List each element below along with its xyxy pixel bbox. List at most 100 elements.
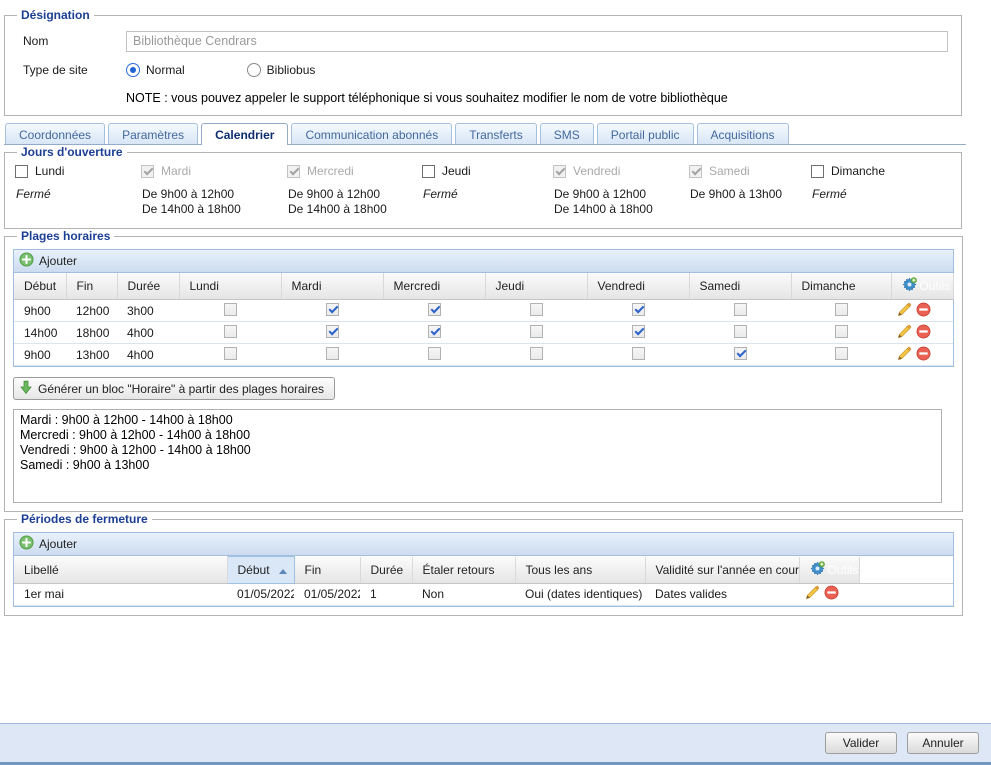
day-schedule: De 9h00 à 12h00De 14h00 à 18h00 (288, 187, 422, 217)
plage-day-checkbox[interactable] (632, 347, 645, 360)
plage-row: 9h0012h003h00 (14, 300, 953, 322)
day-checkbox-jeudi[interactable] (422, 165, 435, 178)
plage-day-checkbox[interactable] (835, 325, 848, 338)
day-schedule: De 9h00 à 12h00De 14h00 à 18h00 (554, 187, 689, 217)
plage-day-checkbox[interactable] (428, 347, 441, 360)
plage-day-checkbox[interactable] (530, 303, 543, 316)
fermetures-toolbar: Ajouter (14, 533, 953, 556)
day-schedule: Fermé (16, 187, 141, 202)
day-checkbox-dimanche[interactable] (811, 165, 824, 178)
column-header-mardi: Mardi (281, 273, 383, 300)
plage-day-checkbox[interactable] (632, 325, 645, 338)
jours-ouverture-legend: Jours d'ouverture (17, 145, 127, 159)
cell-filler (859, 583, 953, 605)
day-schedule-line: De 14h00 à 18h00 (554, 202, 689, 217)
cell-libelle: 1er mai (14, 583, 227, 605)
day-schedule-line: De 14h00 à 18h00 (288, 202, 422, 217)
cell-debut: 01/05/2022 (227, 583, 294, 605)
add-fermeture-button[interactable]: Ajouter (19, 535, 77, 553)
day-label: Lundi (35, 164, 64, 178)
plage-day-checkbox[interactable] (224, 347, 237, 360)
column-header-outils: Outils (891, 273, 953, 300)
tab-sms[interactable]: SMS (540, 123, 594, 144)
column-header-validite-sur-l-annee-en-cours[interactable]: Validité sur l'année en cours (645, 557, 799, 584)
day-schedule-line: Fermé (16, 187, 141, 202)
edit-icon[interactable] (897, 324, 912, 342)
plage-day-checkbox[interactable] (326, 347, 339, 360)
days-row: LundiFerméMardiDe 9h00 à 12h00De 14h00 à… (13, 161, 953, 217)
tab-portail-public[interactable]: Portail public (597, 123, 694, 144)
day-schedule: De 9h00 à 12h00De 14h00 à 18h00 (142, 187, 287, 217)
nom-row: Nom (23, 29, 953, 53)
validate-button[interactable]: Valider (825, 732, 897, 754)
cell-fin: 12h00 (66, 300, 117, 322)
column-header-mercredi: Mercredi (383, 273, 485, 300)
tab-parametres[interactable]: Paramètres (108, 123, 198, 144)
plage-day-checkbox[interactable] (428, 325, 441, 338)
column-header-libelle[interactable]: Libellé (14, 557, 227, 584)
horaire-textarea[interactable]: Mardi : 9h00 à 12h00 - 14h00 à 18h00 Mer… (13, 409, 942, 503)
tab-calendrier[interactable]: Calendrier (201, 123, 288, 145)
cell-fin: 01/05/2022 (294, 583, 360, 605)
day-schedule: Fermé (423, 187, 553, 202)
radio-label: Normal (146, 63, 185, 77)
delete-icon[interactable] (916, 324, 931, 342)
column-header-duree[interactable]: Durée (360, 557, 412, 584)
tab-transferts[interactable]: Transferts (455, 123, 537, 144)
column-header-fin[interactable]: Fin (294, 557, 360, 584)
cell-validite: Dates valides (645, 583, 799, 605)
plage-day-checkbox[interactable] (326, 303, 339, 316)
column-header-debut[interactable]: Début (227, 557, 294, 584)
plage-row: 14h0018h004h00 (14, 322, 953, 344)
edit-icon[interactable] (897, 346, 912, 364)
plage-day-checkbox[interactable] (428, 303, 441, 316)
edit-icon[interactable] (805, 585, 820, 603)
tab-acquisitions[interactable]: Acquisitions (697, 123, 789, 144)
plage-day-checkbox[interactable] (224, 303, 237, 316)
fermetures-grid: Ajouter LibelléDébutFinDuréeÉtaler retou… (13, 532, 954, 607)
day-checkbox-lundi[interactable] (15, 165, 28, 178)
plage-day-checkbox[interactable] (632, 303, 645, 316)
delete-icon[interactable] (824, 585, 839, 603)
add-plage-button[interactable]: Ajouter (19, 252, 77, 270)
plage-day-checkbox[interactable] (835, 303, 848, 316)
plage-day-checkbox[interactable] (734, 347, 747, 360)
plage-day-checkbox[interactable] (835, 347, 848, 360)
plage-day-checkbox[interactable] (326, 325, 339, 338)
edit-icon[interactable] (897, 302, 912, 320)
delete-icon[interactable] (916, 346, 931, 364)
cell-debut: 14h00 (14, 322, 66, 344)
radio-icon (247, 63, 261, 77)
cell-etaler: Non (412, 583, 515, 605)
plage-day-checkbox[interactable] (734, 325, 747, 338)
day-schedule: De 9h00 à 13h00 (690, 187, 811, 202)
day-schedule: Fermé (812, 187, 951, 202)
jours-ouverture-fieldset: Jours d'ouverture LundiFerméMardiDe 9h00… (4, 145, 962, 229)
generate-horaire-button[interactable]: Générer un bloc "Horaire" à partir des p… (13, 377, 335, 400)
column-header-tous-les-ans[interactable]: Tous les ans (515, 557, 645, 584)
day-checkbox-samedi (689, 165, 702, 178)
plage-day-checkbox[interactable] (530, 325, 543, 338)
day-checkbox-vendredi (553, 165, 566, 178)
column-header-etaler-retours[interactable]: Étaler retours (412, 557, 515, 584)
plage-day-checkbox[interactable] (224, 325, 237, 338)
add-plage-label: Ajouter (39, 254, 77, 268)
day-label: Jeudi (442, 164, 471, 178)
cancel-button[interactable]: Annuler (907, 732, 979, 754)
footer-bar: Valider Annuler (0, 723, 991, 762)
plage-day-checkbox[interactable] (734, 303, 747, 316)
download-arrow-icon (20, 380, 32, 398)
nom-label: Nom (23, 34, 126, 48)
radio-normal[interactable]: Normal (126, 63, 185, 77)
day-column-mercredi: MercrediDe 9h00 à 12h00De 14h00 à 18h00 (287, 164, 422, 217)
cell-tous-les-ans: Oui (dates identiques) (515, 583, 645, 605)
tab-communication-abonnes[interactable]: Communication abonnés (291, 123, 452, 144)
tools-gear-icon (902, 277, 917, 295)
delete-icon[interactable] (916, 302, 931, 320)
radio-bibliobus[interactable]: Bibliobus (247, 63, 316, 77)
type-de-site-radiogroup: Normal Bibliobus (126, 63, 377, 77)
plage-day-checkbox[interactable] (530, 347, 543, 360)
day-checkbox-mercredi (287, 165, 300, 178)
tab-coordonnees[interactable]: Coordonnées (5, 123, 105, 144)
designation-legend: Désignation (17, 8, 94, 22)
